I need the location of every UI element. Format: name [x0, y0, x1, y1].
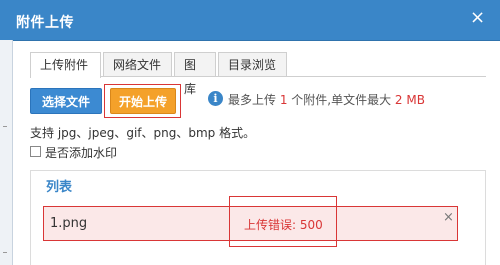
dialog-titlebar: 附件上传 ×: [0, 0, 500, 41]
limit-middle: 个附件,单文件最大: [287, 93, 395, 107]
watermark-checkbox[interactable]: [30, 146, 41, 157]
max-size-value: 2 MB: [394, 93, 425, 107]
remove-file-icon[interactable]: ×: [443, 210, 454, 225]
background-dash: [3, 252, 7, 253]
info-icon: i: [208, 91, 223, 106]
background-dash: [3, 126, 7, 127]
watermark-label: 是否添加水印: [45, 146, 118, 160]
file-name: 1.png: [50, 216, 88, 231]
list-title: 列表: [46, 180, 73, 195]
upload-limit-text: 最多上传 1 个附件,单文件最大 2 MB: [228, 91, 425, 108]
background-page-strip: [0, 40, 13, 265]
close-icon[interactable]: ×: [470, 9, 485, 27]
tab-upload-attachment[interactable]: 上传附件: [30, 52, 101, 78]
tab-network-file[interactable]: 网络文件: [103, 52, 172, 76]
start-upload-button[interactable]: 开始上传: [110, 88, 176, 114]
limit-prefix: 最多上传: [228, 93, 280, 107]
tab-gallery[interactable]: 图库: [174, 52, 216, 96]
supported-formats-text: 支持 jpg、jpeg、gif、png、bmp 格式。: [30, 126, 256, 140]
dialog-title: 附件上传: [16, 15, 74, 31]
select-file-button[interactable]: 选择文件: [30, 88, 102, 114]
upload-error-text: 上传错误: 500: [244, 218, 323, 232]
tab-directory-browse[interactable]: 目录浏览: [218, 52, 287, 76]
